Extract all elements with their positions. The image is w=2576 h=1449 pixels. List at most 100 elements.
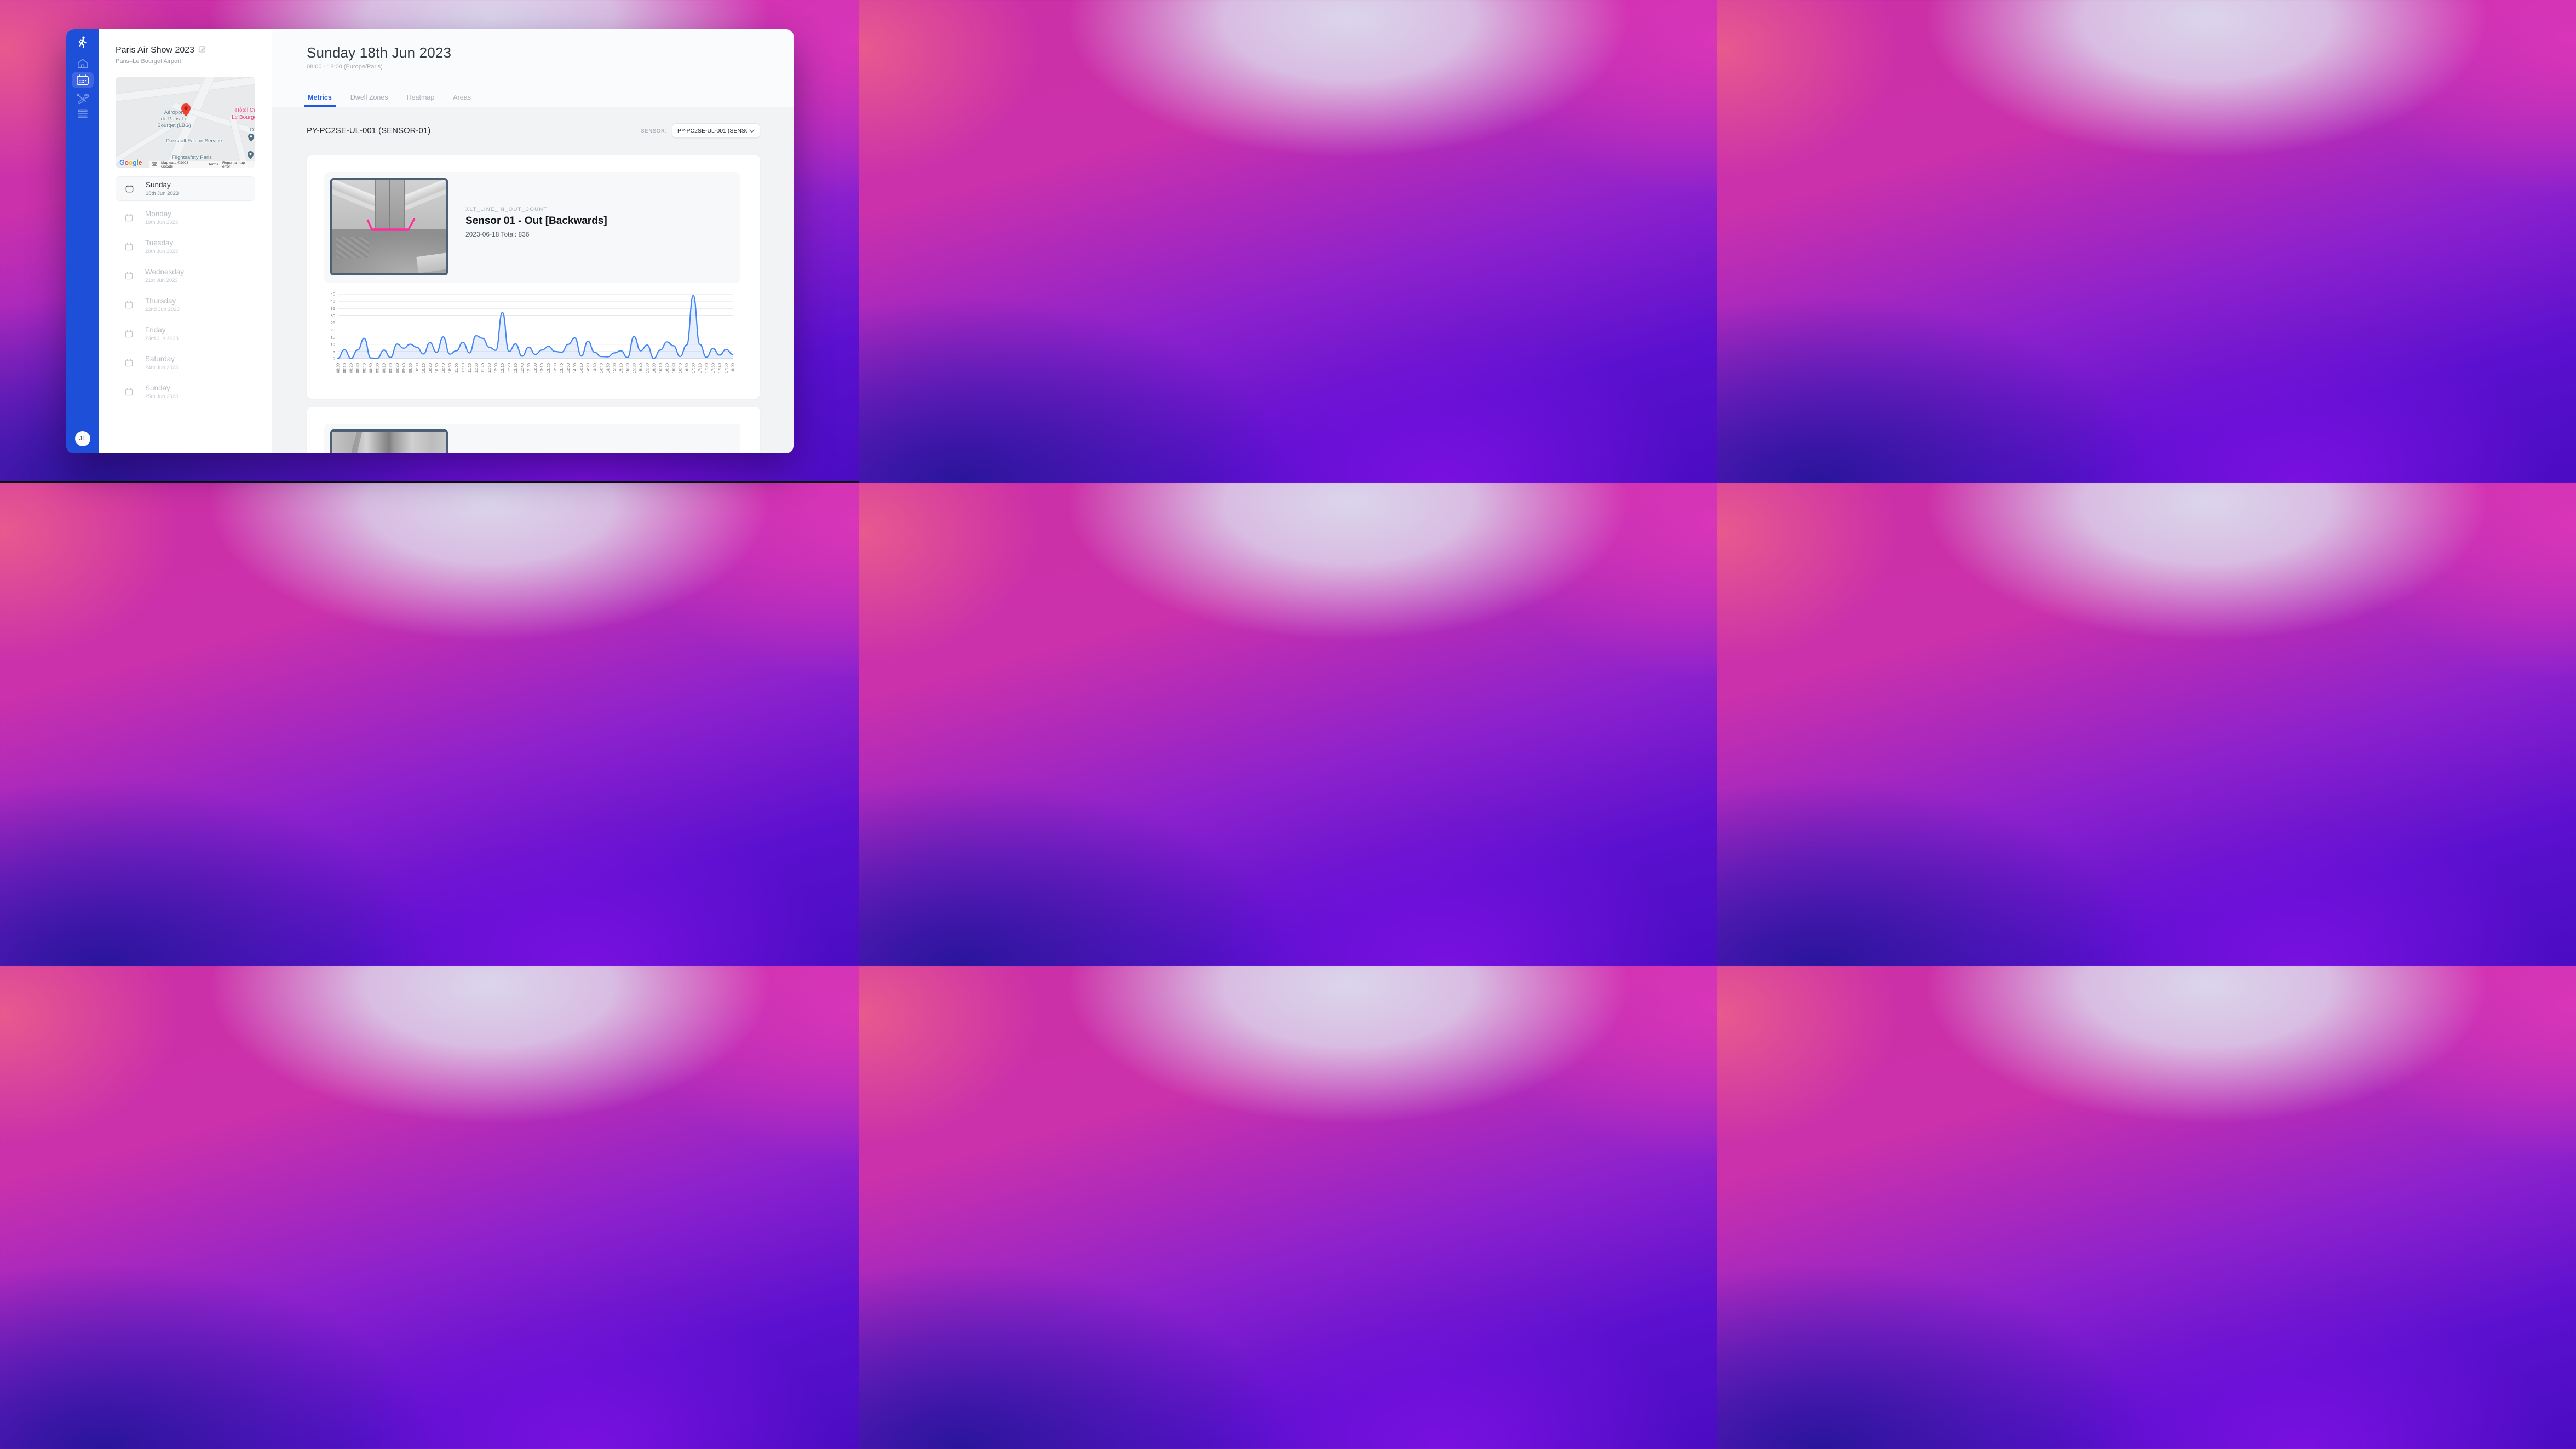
home-icon: [77, 58, 89, 69]
map-terms-link[interactable]: Terms: [208, 163, 219, 166]
svg-text:14:30: 14:30: [592, 363, 597, 373]
user-avatar[interactable]: JL: [75, 431, 90, 446]
svg-text:10:20: 10:20: [428, 363, 433, 373]
day-item-sunday-7[interactable]: Sunday25th Jun 2023: [116, 380, 255, 404]
svg-text:10:30: 10:30: [434, 363, 439, 373]
day-item-tuesday-2[interactable]: Tuesday20th Jun 2023: [116, 234, 255, 259]
sidebar-nav-layers[interactable]: [77, 109, 89, 119]
svg-text:10: 10: [331, 342, 335, 347]
sensor-select-label: SENSOR:: [641, 128, 667, 134]
detection-line-overlay: [332, 180, 446, 273]
day-date: 20th Jun 2023: [145, 249, 178, 255]
day-date: 18th Jun 2023: [146, 191, 179, 197]
map-road: [116, 77, 255, 105]
svg-text:15:50: 15:50: [645, 363, 649, 373]
map-label-dassault: Dassault Falcon Service: [166, 138, 232, 145]
tab-bar: Metrics Dwell Zones Heatmap Areas: [307, 94, 472, 101]
map-pin-icon: [181, 104, 191, 119]
metric-card: XLT_LINE_IN_OUT_COUNT Sensor 01 - Out [B…: [307, 155, 760, 399]
location-map[interactable]: Aéroport de Paris-Le Bourget (LBG) Hôtel…: [116, 77, 255, 168]
svg-text:12:50: 12:50: [526, 363, 531, 373]
svg-text:45: 45: [331, 292, 335, 297]
svg-text:17:50: 17:50: [724, 363, 729, 373]
day-date: 22nd Jun 2023: [145, 307, 180, 313]
svg-text:16:40: 16:40: [677, 363, 682, 373]
calendar-icon: [125, 301, 133, 309]
svg-text:08:20: 08:20: [349, 363, 354, 373]
project-title: Paris Air Show 2023: [116, 45, 194, 55]
day-name: Saturday: [145, 355, 178, 364]
map-poi-pin-icon: [248, 134, 254, 145]
svg-text:12:30: 12:30: [513, 363, 518, 373]
calendar-icon: [125, 330, 133, 338]
day-item-friday-5[interactable]: Friday23rd Jun 2023: [116, 321, 255, 346]
tab-dwell-zones[interactable]: Dwell Zones: [349, 94, 389, 101]
svg-text:10:40: 10:40: [441, 363, 446, 373]
calendar-icon: [125, 359, 133, 367]
svg-text:14:50: 14:50: [605, 363, 610, 373]
day-date: 24th Jun 2023: [145, 365, 178, 371]
svg-text:17:00: 17:00: [691, 363, 696, 373]
app-window: JL Paris Air Show 2023 Paris–Le Bourget …: [66, 29, 794, 453]
svg-text:13:50: 13:50: [566, 363, 571, 373]
svg-text:13:40: 13:40: [559, 363, 564, 373]
day-name: Wednesday: [145, 268, 184, 277]
sidebar-nav-tools[interactable]: [76, 93, 89, 105]
google-logo[interactable]: Google: [119, 159, 142, 166]
sidebar-nav-schedule[interactable]: [72, 72, 94, 88]
svg-text:40: 40: [331, 299, 335, 304]
svg-text:08:40: 08:40: [362, 363, 367, 373]
page-subtitle: 08:00 - 18:00 (Europe/Paris): [307, 64, 383, 70]
svg-text:17:20: 17:20: [704, 363, 709, 373]
icon-rail: JL: [66, 29, 99, 453]
svg-text:13:30: 13:30: [553, 363, 557, 373]
sidebar-nav-home[interactable]: [77, 58, 89, 69]
day-name: Monday: [145, 210, 178, 219]
svg-text:15:10: 15:10: [618, 363, 623, 373]
tab-metrics[interactable]: Metrics: [307, 94, 333, 101]
day-item-monday-1[interactable]: Monday19th Jun 2023: [116, 205, 255, 230]
svg-text:17:30: 17:30: [711, 363, 716, 373]
svg-text:13:10: 13:10: [539, 363, 544, 373]
day-name: Sunday: [145, 384, 178, 393]
calendar-icon: [125, 243, 133, 251]
sensor-select[interactable]: PY-PC2SE-UL-001 (SENSOR-(: [672, 123, 760, 138]
day-item-sunday-0[interactable]: Sunday18th Jun 2023: [116, 176, 255, 201]
day-item-wednesday-3[interactable]: Wednesday21st Jun 2023: [116, 263, 255, 288]
svg-text:5: 5: [333, 349, 335, 354]
day-item-thursday-4[interactable]: Thursday22nd Jun 2023: [116, 292, 255, 317]
keyboard-icon[interactable]: [152, 162, 157, 167]
svg-text:15:30: 15:30: [631, 363, 636, 373]
svg-text:30: 30: [331, 313, 335, 318]
metric-summary-panel: XLT_LINE_IN_OUT_COUNT Sensor 01 - Out [B…: [324, 173, 740, 283]
sensor-select-value: PY-PC2SE-UL-001 (SENSOR-(: [677, 128, 747, 134]
metric-type-label: XLT_LINE_IN_OUT_COUNT: [465, 206, 607, 212]
timeseries-chart: 05101520253035404508:0008:1008:2008:3008…: [328, 291, 738, 385]
edit-icon[interactable]: [199, 45, 206, 55]
svg-text:11:30: 11:30: [474, 363, 479, 373]
svg-text:18:00: 18:00: [731, 363, 735, 373]
metric-card: [307, 407, 760, 453]
svg-text:09:40: 09:40: [401, 363, 406, 373]
day-name: Tuesday: [145, 239, 178, 248]
svg-text:09:10: 09:10: [382, 363, 387, 373]
svg-text:15:40: 15:40: [638, 363, 643, 373]
walking-person-icon: [77, 36, 89, 49]
map-label-hotel: Hôtel Car Le Bourget: [215, 107, 255, 121]
svg-text:15: 15: [331, 335, 335, 340]
project-subtitle: Paris–Le Bourget Airport: [116, 58, 181, 65]
map-report-link[interactable]: Report a map error: [222, 161, 253, 169]
tab-areas[interactable]: Areas: [452, 94, 472, 101]
calendar-icon: [76, 74, 89, 86]
svg-text:08:10: 08:10: [342, 363, 347, 373]
svg-text:11:20: 11:20: [467, 363, 472, 373]
svg-text:09:30: 09:30: [395, 363, 400, 373]
tab-heatmap[interactable]: Heatmap: [406, 94, 436, 101]
day-date: 23rd Jun 2023: [145, 336, 179, 342]
day-item-saturday-6[interactable]: Saturday24th Jun 2023: [116, 350, 255, 375]
svg-text:16:50: 16:50: [684, 363, 689, 373]
svg-text:10:00: 10:00: [415, 363, 419, 373]
calendar-icon: [125, 214, 133, 222]
calendar-icon: [125, 272, 133, 280]
metric-title: Sensor 01 - Out [Backwards]: [465, 215, 607, 227]
